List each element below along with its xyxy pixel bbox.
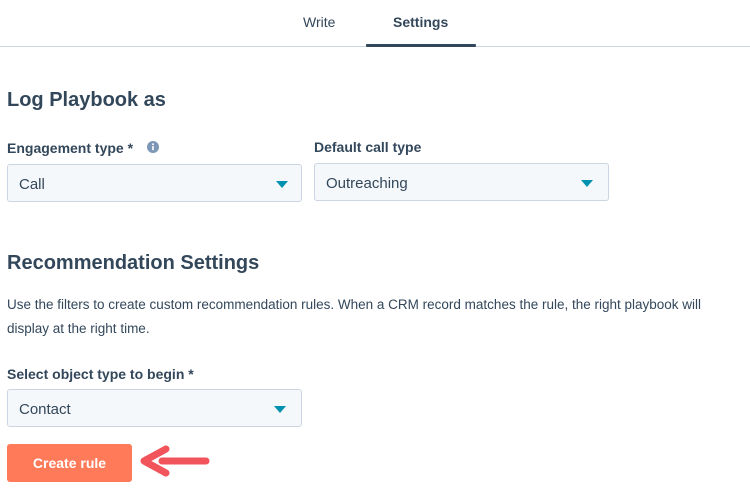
engagement-type-select[interactable]: Call: [7, 164, 302, 202]
create-rule-button[interactable]: Create rule: [7, 444, 132, 482]
default-call-type-label: Default call type: [314, 139, 422, 155]
tab-bar: Write Settings: [0, 0, 750, 47]
tab-write[interactable]: Write: [303, 14, 335, 30]
caret-down-icon: [276, 181, 288, 188]
left-arrow-annotation-icon: [140, 445, 210, 477]
info-icon[interactable]: [147, 141, 159, 153]
recommendation-settings-title: Recommendation Settings: [7, 252, 260, 274]
default-call-type-value: Outreaching: [326, 175, 408, 192]
tab-settings[interactable]: Settings: [393, 14, 448, 30]
default-call-type-select[interactable]: Outreaching: [314, 163, 609, 201]
object-type-value: Contact: [19, 401, 71, 418]
caret-down-icon: [274, 406, 286, 413]
object-type-label: Select object type to begin *: [7, 366, 194, 382]
log-playbook-title: Log Playbook as: [7, 89, 166, 111]
active-tab-indicator: [366, 44, 476, 47]
object-type-select[interactable]: Contact: [7, 389, 302, 427]
engagement-type-value: Call: [19, 176, 45, 193]
recommendation-description: Use the filters to create custom recomme…: [7, 297, 702, 336]
engagement-type-label: Engagement type *: [7, 140, 134, 156]
caret-down-icon: [581, 180, 593, 187]
